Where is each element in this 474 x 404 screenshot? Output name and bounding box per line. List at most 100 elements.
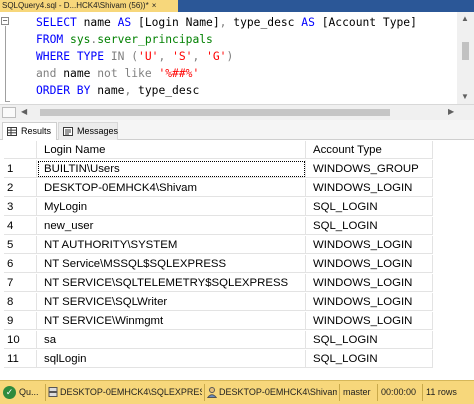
- account-type-cell[interactable]: WINDOWS_LOGIN: [306, 274, 433, 292]
- login-name-cell[interactable]: BUILTIN\Users: [37, 160, 306, 178]
- editor-scroll-thumb[interactable]: [462, 42, 469, 60]
- account-type-cell[interactable]: WINDOWS_LOGIN: [306, 179, 433, 197]
- account-type-cell[interactable]: WINDOWS_LOGIN: [306, 293, 433, 311]
- code-token: SELECT: [36, 16, 84, 29]
- code-token: 'U': [138, 50, 159, 63]
- messages-icon: [63, 127, 73, 136]
- tab-messages-label: Messages: [77, 126, 119, 136]
- login-name-cell[interactable]: NT SERVICE\SQLTELEMETRY$SQLEXPRESS: [37, 274, 306, 292]
- column-header-login-name[interactable]: Login Name: [37, 141, 306, 159]
- title-bar: SQLQuery4.sql - D...HCK4\Shivam (56))* ×: [0, 0, 474, 12]
- scroll-up-arrow-icon[interactable]: ▲: [461, 14, 469, 23]
- status-row-count: 11 rows: [426, 387, 457, 397]
- scroll-left-arrow-icon[interactable]: ◀: [21, 107, 27, 116]
- login-name-cell[interactable]: sa: [37, 331, 306, 349]
- code-token: TYPE: [76, 50, 111, 63]
- zoom-control[interactable]: [2, 107, 16, 118]
- table-row[interactable]: 10 sa SQL_LOGIN: [4, 331, 470, 349]
- row-number-cell[interactable]: 11: [4, 350, 37, 368]
- collapse-toggle-icon[interactable]: −: [1, 17, 9, 25]
- row-number-header[interactable]: [4, 141, 37, 159]
- status-database: master: [343, 387, 371, 397]
- grid-icon: [7, 127, 17, 136]
- row-number-cell[interactable]: 7: [4, 274, 37, 292]
- editor-vertical-scrollbar[interactable]: ▲ ▼: [457, 12, 474, 104]
- query-editor[interactable]: − SELECT name AS [Login Name], type_desc…: [0, 12, 474, 104]
- account-type-cell[interactable]: WINDOWS_GROUP: [306, 160, 433, 178]
- row-number-cell[interactable]: 5: [4, 236, 37, 254]
- login-name-cell[interactable]: DESKTOP-0EMHCK4\Shivam: [37, 179, 306, 197]
- status-user: DESKTOP-0EMHCK4\Shivam ...: [219, 387, 337, 397]
- code-token: ): [226, 50, 234, 63]
- table-row[interactable]: 8 NT SERVICE\SQLWriter WINDOWS_LOGIN: [4, 293, 470, 311]
- code-token: ,: [124, 84, 139, 97]
- login-name-cell[interactable]: NT SERVICE\Winmgmt: [37, 312, 306, 330]
- table-row[interactable]: 7 NT SERVICE\SQLTELEMETRY$SQLEXPRESS WINDO…: [4, 274, 470, 292]
- code-token: 'S': [172, 50, 193, 63]
- code-token: [Login Name]: [138, 16, 220, 29]
- login-name-cell[interactable]: MyLogin: [37, 198, 306, 216]
- table-row[interactable]: 2 DESKTOP-0EMHCK4\Shivam WINDOWS_LOGIN: [4, 179, 470, 197]
- account-type-cell[interactable]: SQL_LOGIN: [306, 198, 433, 216]
- close-tab-icon[interactable]: ×: [152, 1, 157, 10]
- code-token: type_desc: [233, 16, 302, 29]
- account-type-cell[interactable]: WINDOWS_LOGIN: [306, 236, 433, 254]
- account-type-cell[interactable]: SQL_LOGIN: [306, 350, 433, 368]
- sql-code[interactable]: SELECT name AS [Login Name], type_desc A…: [36, 14, 417, 99]
- tab-results-label: Results: [21, 126, 52, 136]
- code-token: ,: [158, 50, 173, 63]
- scroll-down-arrow-icon[interactable]: ▼: [461, 92, 469, 101]
- row-number-cell[interactable]: 1: [4, 160, 37, 178]
- code-token: ,: [219, 16, 234, 29]
- status-elapsed-time: 00:00:00: [381, 387, 417, 397]
- tab-messages[interactable]: Messages: [58, 122, 118, 140]
- editor-gutter: −: [0, 12, 10, 104]
- table-row[interactable]: 1 BUILTIN\Users WINDOWS_GROUP: [4, 160, 470, 178]
- status-separator: [45, 384, 46, 401]
- row-number-cell[interactable]: 6: [4, 255, 37, 273]
- account-type-cell[interactable]: WINDOWS_LOGIN: [306, 255, 433, 273]
- code-token: sys: [70, 33, 91, 46]
- row-number-cell[interactable]: 3: [4, 198, 37, 216]
- login-name-cell[interactable]: NT Service\MSSQL$SQLEXPRESS: [37, 255, 306, 273]
- tab-results[interactable]: Results: [2, 122, 57, 140]
- code-token: type_desc: [138, 84, 200, 97]
- outline-end: [5, 101, 10, 102]
- account-type-cell[interactable]: SQL_LOGIN: [306, 217, 433, 235]
- login-name-cell[interactable]: NT AUTHORITY\SYSTEM: [37, 236, 306, 254]
- server-icon: [48, 387, 58, 397]
- code-line[interactable]: WHERE TYPE IN ('U', 'S', 'G'): [36, 48, 417, 65]
- login-name-cell[interactable]: new_user: [37, 217, 306, 235]
- scroll-right-arrow-icon[interactable]: ▶: [448, 107, 454, 116]
- horizontal-scroll-thumb[interactable]: [40, 109, 390, 116]
- table-row[interactable]: 11 sqlLogin SQL_LOGIN: [4, 350, 470, 368]
- account-type-cell[interactable]: WINDOWS_LOGIN: [306, 312, 433, 330]
- check-circle-icon: ✓: [3, 386, 16, 399]
- code-token: '%##%': [158, 67, 200, 80]
- table-row[interactable]: 9 NT SERVICE\Winmgmt WINDOWS_LOGIN: [4, 312, 470, 330]
- outline-line: [5, 26, 6, 102]
- row-number-cell[interactable]: 4: [4, 217, 37, 235]
- table-row[interactable]: 3 MyLogin SQL_LOGIN: [4, 198, 470, 216]
- table-row[interactable]: 4 new_user SQL_LOGIN: [4, 217, 470, 235]
- row-number-cell[interactable]: 8: [4, 293, 37, 311]
- login-name-cell[interactable]: NT SERVICE\SQLWriter: [37, 293, 306, 311]
- row-number-cell[interactable]: 10: [4, 331, 37, 349]
- login-name-cell[interactable]: sqlLogin: [37, 350, 306, 368]
- code-token: name: [97, 84, 125, 97]
- code-token: ORDER BY: [36, 84, 98, 97]
- column-header-account-type[interactable]: Account Type: [306, 141, 433, 159]
- code-line[interactable]: and name not like '%##%': [36, 65, 417, 82]
- code-line[interactable]: SELECT name AS [Login Name], type_desc A…: [36, 14, 417, 31]
- table-row[interactable]: 5 NT AUTHORITY\SYSTEM WINDOWS_LOGIN: [4, 236, 470, 254]
- row-number-cell[interactable]: 9: [4, 312, 37, 330]
- code-line[interactable]: ORDER BY name, type_desc: [36, 82, 417, 99]
- code-token: WHERE: [36, 50, 77, 63]
- grid-header-row: Login Name Account Type: [4, 141, 470, 159]
- account-type-cell[interactable]: SQL_LOGIN: [306, 331, 433, 349]
- code-line[interactable]: FROM sys.server_principals: [36, 31, 417, 48]
- query-document-tab[interactable]: SQLQuery4.sql - D...HCK4\Shivam (56))* ×: [0, 0, 178, 12]
- row-number-cell[interactable]: 2: [4, 179, 37, 197]
- code-token: FROM: [36, 33, 71, 46]
- table-row[interactable]: 6 NT Service\MSSQL$SQLEXPRESS WINDOWS_LOGI…: [4, 255, 470, 273]
